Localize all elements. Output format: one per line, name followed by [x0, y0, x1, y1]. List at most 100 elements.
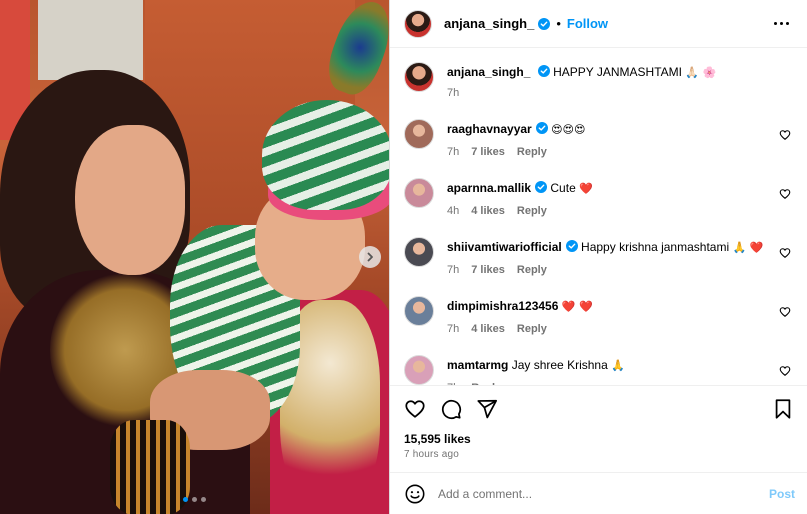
comment-body: shiivamtiwariofficial Happy krishna janm… [447, 237, 793, 276]
comment-rows: raaghavnayyar 😍😍😍 7h 7 likes Reply aparnna.m… [404, 119, 793, 385]
comment-line: mamtarmg Jay shree Krishna 🙏 [447, 357, 793, 374]
carousel-next-button[interactable] [359, 246, 381, 268]
caption-body: anjana_singh_ HAPPY JANMASHTAMI 🙏🏻 🌸 7h [447, 62, 793, 99]
caption-text: HAPPY JANMASHTAMI [553, 65, 682, 79]
comment-like-heart-icon[interactable] [779, 306, 791, 318]
action-icons [404, 396, 793, 422]
comment-username[interactable]: shiivamtiwariofficial [447, 240, 562, 254]
avatar[interactable] [404, 355, 434, 385]
carousel-dot [192, 497, 197, 502]
comment-bubble-icon [441, 399, 462, 420]
smiley-icon [405, 484, 425, 503]
comment-meta: 7h 7 likes Reply [447, 264, 793, 276]
comment-likes[interactable]: 7 likes [471, 146, 505, 158]
caption-meta: 7h [447, 87, 793, 99]
comment-input[interactable] [438, 486, 769, 501]
comment-line: aparnna.mallik Cute ❤️ [447, 180, 793, 197]
more-dot-icon [780, 22, 783, 25]
comment-likes[interactable]: 7 likes [471, 264, 505, 276]
comment-meta: 7h 4 likes Reply [447, 323, 793, 335]
carousel-dots [183, 497, 206, 502]
comment-row: raaghavnayyar 😍😍😍 7h 7 likes Reply [404, 119, 793, 158]
like-button[interactable] [404, 398, 426, 420]
chevron-right-icon [367, 252, 373, 262]
heart-icon [405, 400, 425, 418]
comment-reply-button[interactable]: Reply [517, 264, 547, 276]
carousel-dot [201, 497, 206, 502]
comment-body: dimpimishra123456 ❤️ ❤️ 7h 4 likes Reply [447, 296, 793, 335]
comment-text: Jay shree Krishna [511, 358, 608, 372]
comment-row: mamtarmg Jay shree Krishna 🙏7hReply [404, 355, 793, 385]
photo-bangles [110, 420, 190, 514]
comment-button[interactable] [440, 398, 462, 420]
photo-background-board [38, 0, 143, 80]
comment-body: raaghavnayyar 😍😍😍 7h 7 likes Reply [447, 119, 793, 158]
more-dot-icon [786, 22, 789, 25]
verified-badge-icon [565, 240, 578, 252]
comment-reply-button[interactable]: Reply [517, 146, 547, 158]
comment-emoji: 😍😍😍 [551, 123, 586, 136]
separator-dot: • [556, 16, 561, 31]
comment-username[interactable]: dimpimishra123456 [447, 299, 558, 313]
comment-line: shiivamtiwariofficial Happy krishna janm… [447, 239, 793, 256]
comment-row: dimpimishra123456 ❤️ ❤️ 7h 4 likes Reply [404, 296, 793, 335]
comment-username[interactable]: raaghavnayyar [447, 122, 532, 136]
post-sidebar: anjana_singh_ • Follow anjana_singh_ HAP… [389, 0, 807, 514]
post-comment-button[interactable]: Post [769, 487, 795, 501]
follow-button[interactable]: Follow [567, 16, 608, 31]
paper-plane-icon [477, 399, 498, 419]
comment-like-heart-icon[interactable] [779, 188, 791, 200]
avatar[interactable] [404, 62, 434, 92]
comment-line: raaghavnayyar 😍😍😍 [447, 121, 793, 138]
avatar[interactable] [404, 178, 434, 208]
avatar[interactable] [404, 237, 434, 267]
photo-woman-face [75, 125, 185, 275]
more-options-button[interactable] [770, 18, 793, 29]
comment-likes[interactable]: 4 likes [471, 323, 505, 335]
verified-badge-icon [535, 122, 548, 134]
comment-reply-button[interactable]: Reply [517, 205, 547, 217]
comment-time: 7h [447, 323, 460, 335]
comment-likes[interactable]: 4 likes [471, 205, 505, 217]
comment-body: mamtarmg Jay shree Krishna 🙏7hReply [447, 355, 793, 385]
comment-row: aparnna.mallik Cute ❤️ 4h 4 likes Reply [404, 178, 793, 217]
post-time-ago: 7 hours ago [404, 449, 460, 460]
more-dot-icon [774, 22, 777, 25]
post-photo[interactable] [0, 0, 389, 514]
comment-time: 4h [447, 205, 460, 217]
comment-emoji: 🙏 [611, 359, 625, 372]
caption-emoji: 🙏🏻 🌸 [685, 66, 717, 79]
carousel-dot [183, 497, 188, 502]
avatar[interactable] [404, 296, 434, 326]
avatar[interactable] [404, 119, 434, 149]
comment-text: Cute [550, 181, 576, 195]
comment-like-heart-icon[interactable] [779, 129, 791, 141]
comment-username[interactable]: mamtarmg [447, 358, 508, 372]
comment-line: dimpimishra123456 ❤️ ❤️ [447, 298, 793, 315]
comment-like-heart-icon[interactable] [779, 365, 791, 377]
caption-line: anjana_singh_ HAPPY JANMASHTAMI 🙏🏻 🌸 [447, 64, 793, 81]
comment-like-heart-icon[interactable] [779, 247, 791, 259]
comments-list[interactable]: anjana_singh_ HAPPY JANMASHTAMI 🙏🏻 🌸 7h … [390, 48, 807, 385]
save-button[interactable] [773, 398, 793, 420]
verified-badge-icon [538, 17, 551, 30]
emoji-button[interactable] [404, 483, 426, 505]
post-author-username[interactable]: anjana_singh_ [444, 16, 534, 31]
verified-badge-icon [535, 181, 548, 193]
verified-badge-icon [537, 65, 550, 77]
comment-reply-button[interactable]: Reply [517, 323, 547, 335]
comment-emoji: 🙏 ❤️ [732, 241, 764, 254]
photo-child-turban [262, 100, 389, 210]
add-comment-bar: Post [390, 472, 807, 514]
comment-time: 7h [447, 146, 460, 158]
avatar[interactable] [404, 9, 432, 38]
comment-username[interactable]: aparnna.mallik [447, 181, 531, 195]
comment-meta: 7h 7 likes Reply [447, 146, 793, 158]
caption-row: anjana_singh_ HAPPY JANMASHTAMI 🙏🏻 🌸 7h [404, 62, 793, 99]
comment-emoji: ❤️ [579, 182, 593, 195]
comment-meta: 4h 4 likes Reply [447, 205, 793, 217]
comment-time: 7h [447, 264, 460, 276]
caption-username[interactable]: anjana_singh_ [447, 65, 530, 79]
likes-count[interactable]: 15,595 likes [404, 432, 793, 446]
share-button[interactable] [476, 398, 498, 420]
